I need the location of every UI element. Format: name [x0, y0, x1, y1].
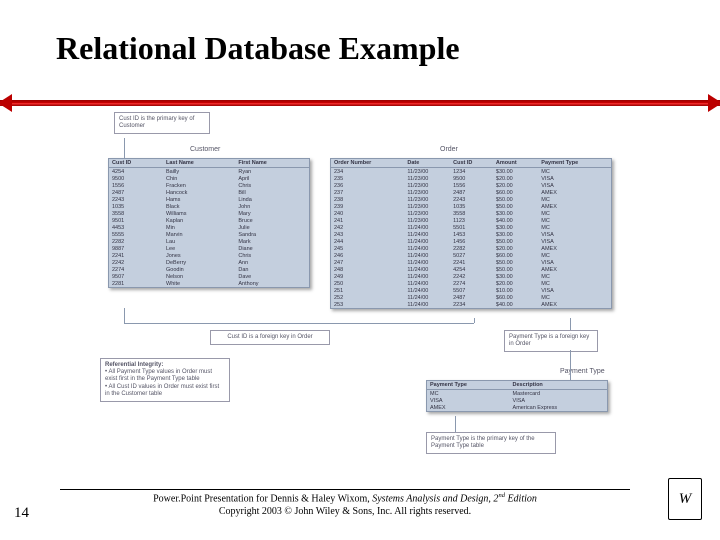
diagram-area: Cust ID is the primary key of Customer C…	[90, 118, 630, 453]
connector	[124, 323, 474, 324]
connector	[455, 416, 456, 432]
publisher-logo-icon: W	[668, 478, 702, 520]
slide-title: Relational Database Example	[56, 30, 460, 67]
callout-cust-pk: Cust ID is the primary key of Customer	[114, 112, 210, 134]
label-customer: Customer	[190, 146, 220, 153]
connector	[124, 138, 125, 158]
connector	[124, 308, 125, 323]
label-payment-type: Payment Type	[560, 368, 605, 375]
ref-integrity-b2: • All Cust ID values in Order must exist…	[105, 384, 225, 398]
footer-copyright: Copyright 2003 © John Wiley & Sons, Inc.…	[219, 506, 471, 517]
arrow-right-icon	[708, 94, 720, 112]
ref-integrity-b1: • All Payment Type values in Order must …	[105, 369, 225, 383]
footer: Power.Point Presentation for Dennis & Ha…	[60, 489, 630, 518]
table-customer: Cust IDLast NameFirst Name4254BaillyRyan…	[108, 158, 310, 288]
table-payment-type: Payment TypeDescriptionMCMastercardVISAV…	[426, 380, 608, 412]
connector	[474, 318, 475, 323]
ref-integrity-head: Referential Integrity:	[105, 362, 225, 369]
label-order: Order	[440, 146, 458, 153]
callout-cust-fk: Cust ID is a foreign key in Order	[210, 330, 330, 345]
table-order: Order NumberDateCust IDAmountPayment Typ…	[330, 158, 612, 309]
footer-edition: Edition	[505, 493, 537, 504]
footer-text: Power.Point Presentation for Dennis & Ha…	[153, 493, 372, 504]
callout-ref-integrity: Referential Integrity: • All Payment Typ…	[100, 358, 230, 402]
footer-book-title: Systems Analysis and Design, 2	[372, 493, 498, 504]
arrow-left-icon	[0, 94, 12, 112]
callout-payment-pk: Payment Type is the primary key of the P…	[426, 432, 556, 454]
slide-number: 14	[14, 505, 29, 522]
title-underline	[0, 100, 720, 106]
callout-payment-fk: Payment Type is a foreign key in Order	[504, 330, 598, 352]
connector	[570, 318, 571, 330]
connector	[570, 350, 571, 380]
